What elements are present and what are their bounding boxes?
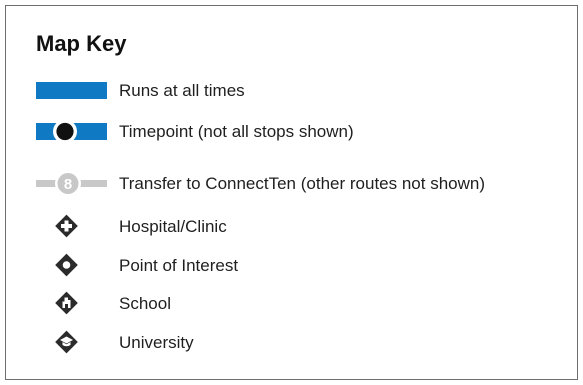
route-line-symbol — [36, 76, 108, 106]
point-of-interest-icon — [36, 251, 108, 281]
legend-label-university: University — [119, 333, 194, 352]
legend-label-timepoint: Timepoint (not all stops shown) — [119, 122, 354, 141]
legend-row-hospital: Hospital/Clinic — [0, 212, 583, 242]
legend-label-hospital: Hospital/Clinic — [119, 217, 227, 236]
transfer-badge-number: 8 — [64, 176, 72, 193]
legend-row-transfer: 8 Transfer to ConnectTen (other routes n… — [0, 169, 583, 199]
legend-row-point-of-interest: Point of Interest — [0, 251, 583, 281]
legend-label-transfer: Transfer to ConnectTen (other routes not… — [119, 174, 485, 193]
map-key-title: Map Key — [36, 31, 127, 56]
school-icon — [36, 289, 108, 319]
university-icon — [36, 328, 108, 358]
hospital-icon — [36, 212, 108, 242]
legend-label-runs-all-times: Runs at all times — [119, 81, 245, 100]
legend-label-school: School — [119, 294, 171, 313]
legend-label-point-of-interest: Point of Interest — [119, 256, 239, 275]
legend-row-timepoint: Timepoint (not all stops shown) — [0, 117, 583, 147]
legend-row-runs-all-times: Runs at all times — [0, 76, 583, 106]
legend-row-university: University — [0, 328, 583, 358]
transfer-badge-symbol: 8 — [36, 169, 108, 199]
legend-row-school: School — [0, 289, 583, 319]
timepoint-symbol — [36, 117, 108, 147]
